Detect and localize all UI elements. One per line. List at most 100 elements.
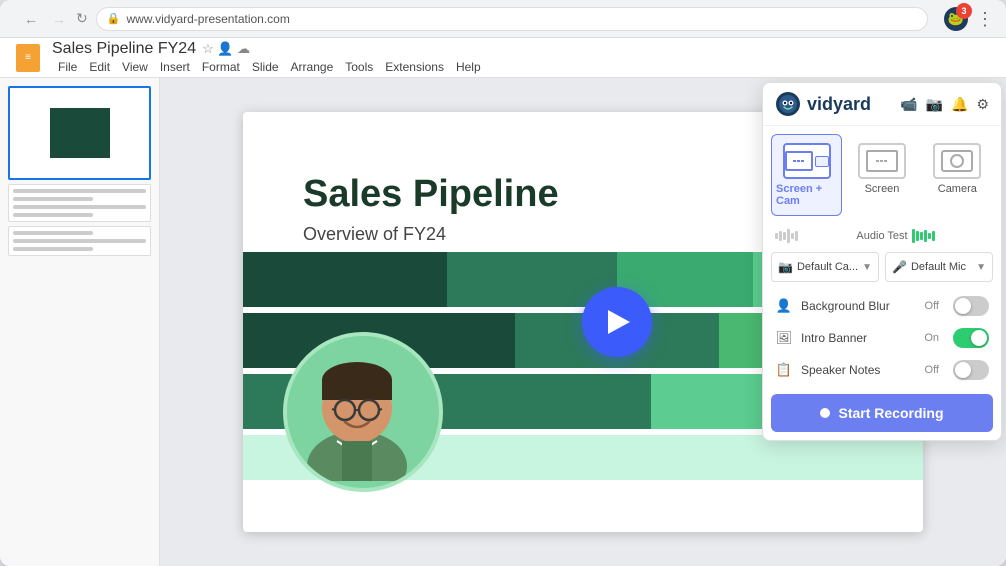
- audio-bars-left: [775, 228, 852, 244]
- mode-camera[interactable]: Camera: [922, 134, 993, 216]
- browser-window: ← → ↻ 🔒 www.vidyard-presentation.com 🐸 3…: [0, 0, 1006, 566]
- speaker-notes-icon: 📋: [775, 361, 793, 379]
- thumb-line-short: [13, 247, 93, 251]
- menu-format[interactable]: Format: [196, 58, 246, 76]
- doc-title-area: Sales Pipeline FY24 ☆ 👤 ☁ File Edit View…: [52, 40, 487, 76]
- camera-icon[interactable]: 📷: [926, 96, 943, 113]
- forward-button[interactable]: →: [48, 9, 70, 29]
- thumb-line-short: [13, 231, 93, 235]
- mode-label-camera: Camera: [938, 183, 977, 195]
- settings-icon[interactable]: ⚙: [976, 96, 989, 113]
- app-bar: ≡ Sales Pipeline FY24 ☆ 👤 ☁ File Edit Vi…: [0, 38, 1006, 78]
- more-options-button[interactable]: ⋮: [976, 7, 994, 31]
- vidyard-header-icons: 📹 📷 🔔 ⚙: [900, 96, 989, 113]
- camera-dropdown[interactable]: 📷 Default Ca... ▼: [771, 252, 879, 282]
- speaker-notes-state: Off: [925, 364, 939, 376]
- s-monitor-dots: [876, 160, 887, 162]
- doc-icon-letter: ≡: [25, 52, 31, 63]
- thumb-green-block: [50, 108, 110, 158]
- speaker-notes-label: Speaker Notes: [801, 363, 917, 377]
- intro-banner-label: Intro Banner: [801, 331, 916, 345]
- mic-dropdown[interactable]: 🎤 Default Mic ▼: [885, 252, 993, 282]
- doc-title: Sales Pipeline FY24 ☆ 👤 ☁: [52, 40, 487, 58]
- audio-test-row: Audio Test: [763, 224, 1001, 252]
- screen-cam-icon: [783, 143, 831, 179]
- toggle-knob: [971, 330, 987, 346]
- doc-icon: ≡: [16, 44, 40, 72]
- doc-title-text: Sales Pipeline FY24: [52, 40, 196, 58]
- vidyard-logo-icon: [775, 91, 801, 117]
- menu-tools[interactable]: Tools: [339, 58, 379, 76]
- sc-monitor-dots: [793, 160, 804, 162]
- recording-modes: Screen + Cam Screen: [763, 126, 1001, 224]
- thumb-line-short: [13, 197, 93, 201]
- vidyard-extension-icon[interactable]: 🐸 3: [944, 7, 968, 31]
- slide-thumb-1[interactable]: [8, 86, 151, 180]
- mode-screen-cam[interactable]: Screen + Cam: [771, 134, 842, 216]
- lock-icon: 🔒: [107, 12, 121, 25]
- mode-screen[interactable]: Screen: [846, 134, 917, 216]
- slide-thumb-3[interactable]: [8, 226, 151, 256]
- mode-label-screen: Screen: [865, 183, 900, 195]
- doc-title-icons: ☆ 👤 ☁: [202, 41, 250, 57]
- browser-actions: 🐸 3 ⋮: [944, 7, 994, 31]
- audio-bars-right: [912, 228, 989, 244]
- menu-file[interactable]: File: [52, 58, 83, 76]
- bell-icon[interactable]: 🔔: [951, 96, 968, 113]
- thumb-line: [13, 205, 146, 209]
- sc-cam-icon: [785, 151, 829, 171]
- thumb-line: [13, 189, 146, 193]
- slide-headline: Sales Pipeline: [303, 172, 559, 218]
- menu-slide[interactable]: Slide: [246, 58, 285, 76]
- mic-dropdown-arrow: ▼: [976, 262, 986, 273]
- start-recording-button[interactable]: Start Recording: [771, 394, 993, 432]
- bar-seg: [243, 252, 447, 307]
- speaker-notes-toggle[interactable]: [953, 360, 989, 380]
- video-icon[interactable]: 📹: [900, 96, 917, 113]
- url-text: www.vidyard-presentation.com: [126, 12, 289, 26]
- thumb-line-short: [13, 213, 93, 217]
- person-svg: [287, 336, 427, 481]
- sc-monitor: [785, 151, 813, 171]
- toggle-knob: [955, 298, 971, 314]
- avatar-circle: [283, 332, 443, 492]
- menu-extensions[interactable]: Extensions: [379, 58, 450, 76]
- menu-insert[interactable]: Insert: [154, 58, 196, 76]
- play-triangle: [608, 310, 630, 334]
- notification-badge: 3: [956, 3, 972, 19]
- slide-thumb-2[interactable]: [8, 184, 151, 222]
- c-cam: [941, 150, 973, 172]
- background-blur-toggle[interactable]: [953, 296, 989, 316]
- camera-dropdown-text: Default Ca...: [797, 261, 858, 273]
- vidyard-header: vidyard 📹 📷 🔔 ⚙: [763, 83, 1001, 126]
- slides-panel: [0, 78, 160, 566]
- background-blur-icon: 👤: [775, 297, 793, 315]
- mode-label-screen-cam: Screen + Cam: [776, 183, 837, 207]
- sc-cam-small: [815, 156, 829, 167]
- menu-edit[interactable]: Edit: [83, 58, 116, 76]
- menu-arrange[interactable]: Arrange: [285, 58, 340, 76]
- browser-topbar: ← → ↻ 🔒 www.vidyard-presentation.com 🐸 3…: [0, 0, 1006, 38]
- main-area: Sales Pipeline Overview of FY24: [0, 78, 1006, 566]
- vidyard-panel: vidyard 📹 📷 🔔 ⚙: [762, 82, 1002, 441]
- menu-view[interactable]: View: [116, 58, 154, 76]
- menu-help[interactable]: Help: [450, 58, 487, 76]
- mic-dropdown-text: Default Mic: [911, 261, 972, 273]
- camera-mode-icon: [933, 143, 981, 179]
- record-dot: [820, 408, 830, 418]
- toggle-intro-banner: 🖼 Intro Banner On: [763, 322, 1001, 354]
- back-button[interactable]: ←: [20, 9, 42, 29]
- vidyard-logo-text: vidyard: [807, 94, 871, 115]
- address-bar[interactable]: 🔒 www.vidyard-presentation.com: [96, 7, 928, 31]
- intro-banner-toggle[interactable]: [953, 328, 989, 348]
- intro-banner-state: On: [924, 332, 939, 344]
- record-label: Start Recording: [838, 405, 943, 421]
- background-blur-state: Off: [925, 300, 939, 312]
- audio-test-label: Audio Test: [856, 230, 907, 242]
- play-button[interactable]: [582, 287, 652, 357]
- toggle-background-blur: 👤 Background Blur Off: [763, 290, 1001, 322]
- reload-button[interactable]: ↻: [76, 9, 88, 29]
- screen-icon: [858, 143, 906, 179]
- camera-dropdown-icon: 📷: [778, 260, 793, 274]
- toggle-speaker-notes: 📋 Speaker Notes Off: [763, 354, 1001, 386]
